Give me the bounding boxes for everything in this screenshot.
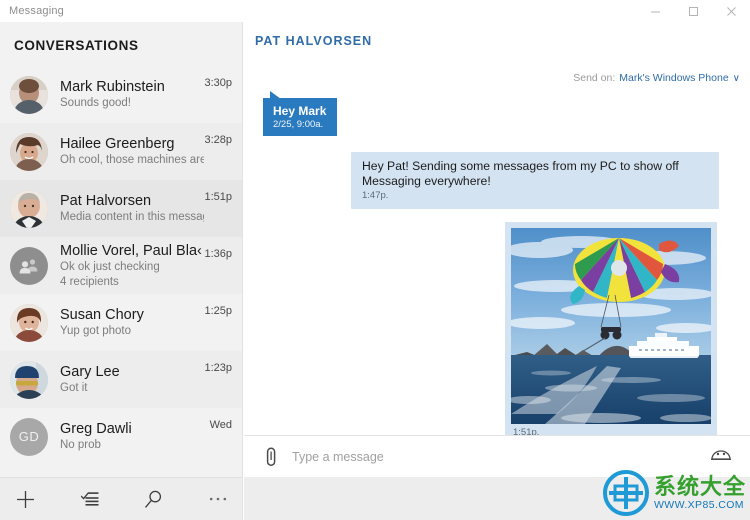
chat-title: PAT HALVORSEN xyxy=(255,34,373,48)
conversation-time: 1:23p xyxy=(204,362,232,374)
ellipsis-icon xyxy=(209,497,226,501)
message-text: Hey Mark xyxy=(273,104,327,118)
conversation-row-greg-dawli[interactable]: GD Greg Dawli No prob Wed xyxy=(0,408,242,465)
group-avatar xyxy=(10,246,48,285)
message-input[interactable] xyxy=(288,449,704,464)
conversation-text: Pat Halvorsen Media content in this mess… xyxy=(48,193,204,225)
conversation-snippet: Sounds good! xyxy=(60,96,131,109)
new-message-button[interactable] xyxy=(9,482,43,516)
search-icon xyxy=(144,490,162,508)
conversation-name: Pat Halvorsen xyxy=(60,192,152,209)
message-bubble-photo[interactable]: 1:51p. xyxy=(505,222,717,444)
message-photo[interactable] xyxy=(511,228,711,424)
message-text: Hey Pat! Sending some messages from my P… xyxy=(362,159,679,188)
avatar xyxy=(10,303,48,342)
more-options-button[interactable] xyxy=(201,482,235,516)
conversation-name: Mark Rubinstein xyxy=(60,78,165,95)
send-on-value: Mark's Windows Phone xyxy=(619,72,729,84)
list-select-icon xyxy=(80,492,98,506)
conversation-name: Mollie Vorel, Paul Bla‹ xyxy=(60,242,202,259)
conversation-recipients: 4 recipients xyxy=(60,275,119,288)
message-bubble-outgoing[interactable]: Hey Mark 2/25, 9:00a. xyxy=(263,91,337,136)
emoji-icon xyxy=(711,449,731,460)
conversation-time: Wed xyxy=(209,419,232,431)
emoji-button[interactable] xyxy=(704,440,738,474)
conversation-text: Greg Dawli No prob xyxy=(48,421,210,453)
conversation-time: 1:36p xyxy=(204,248,232,260)
conversation-row-hailee-greenberg[interactable]: Hailee Greenberg Oh cool, those machines… xyxy=(0,123,242,180)
avatar xyxy=(10,360,48,399)
conversation-name: Gary Lee xyxy=(60,363,120,380)
paperclip-icon xyxy=(266,446,276,466)
message-composer xyxy=(244,435,750,477)
conversation-snippet: Got it xyxy=(60,381,88,394)
conversation-text: Gary Lee Got it xyxy=(48,364,204,396)
conversation-row-pat-halvorsen[interactable]: Pat Halvorsen Media content in this mess… xyxy=(0,180,242,237)
close-button[interactable] xyxy=(712,0,750,22)
minimize-button[interactable] xyxy=(636,0,674,22)
conversations-header: CONVERSATIONS xyxy=(14,38,139,53)
attach-button[interactable] xyxy=(254,440,288,474)
plus-icon xyxy=(17,490,34,508)
chat-footer-bar xyxy=(244,477,750,520)
conversation-text: Hailee Greenberg Oh cool, those machines… xyxy=(48,136,204,168)
conversations-sidebar: CONVERSATIONS Mark Rubinstein Sounds goo… xyxy=(0,22,243,520)
message-list: Hey Mark 2/25, 9:00a. Hey Pat! Sending s… xyxy=(244,90,750,465)
conversation-snippet: Ok ok just checking xyxy=(60,260,160,273)
conversation-time: 1:51p xyxy=(204,191,232,203)
initials-avatar: GD xyxy=(10,417,48,456)
sidebar-command-bar xyxy=(0,477,242,520)
conversation-row-gary-lee[interactable]: Gary Lee Got it 1:23p xyxy=(0,351,242,408)
title-bar: Messaging xyxy=(0,0,750,22)
people-icon xyxy=(19,258,38,273)
conversation-text: Mollie Vorel, Paul Bla‹ Ok ok just check… xyxy=(48,243,204,289)
message-timestamp: 1:47p. xyxy=(362,190,389,201)
avatar xyxy=(10,132,48,171)
conversation-name: Susan Chory xyxy=(60,306,144,323)
conversation-snippet: Yup got photo xyxy=(60,324,131,337)
select-messages-button[interactable] xyxy=(73,482,107,516)
conversation-row-susan-chory[interactable]: Susan Chory Yup got photo 1:25p xyxy=(0,294,242,351)
conversation-snippet: No prob xyxy=(60,438,101,451)
conversation-time: 3:30p xyxy=(204,77,232,89)
send-on-selector[interactable]: Send on: Mark's Windows Phone ∨ xyxy=(573,72,740,84)
conversation-snippet: Media content in this message xyxy=(60,210,205,223)
conversation-text: Mark Rubinstein Sounds good! xyxy=(48,79,204,111)
maximize-button[interactable] xyxy=(674,0,712,22)
conversation-name: Hailee Greenberg xyxy=(60,135,175,152)
conversation-row-mark-rubinstein[interactable]: Mark Rubinstein Sounds good! 3:30p xyxy=(0,66,242,123)
avatar xyxy=(10,75,48,114)
conversation-time: 3:28p xyxy=(204,134,232,146)
conversation-time: 1:25p xyxy=(204,305,232,317)
conversation-text: Susan Chory Yup got photo xyxy=(48,307,204,339)
chevron-down-icon: ∨ xyxy=(732,72,740,84)
message-timestamp: 2/25, 9:00a. xyxy=(273,119,324,130)
window-controls xyxy=(636,0,750,22)
search-button[interactable] xyxy=(137,482,171,516)
conversation-name: Greg Dawli xyxy=(60,420,132,437)
message-bubble-incoming[interactable]: Hey Pat! Sending some messages from my P… xyxy=(351,152,719,209)
send-on-label: Send on: xyxy=(573,72,616,84)
avatar xyxy=(10,189,48,228)
conversation-row-group[interactable]: Mollie Vorel, Paul Bla‹ Ok ok just check… xyxy=(0,237,242,294)
conversation-list: Mark Rubinstein Sounds good! 3:30p Haile… xyxy=(0,66,242,465)
messaging-app-window: Messaging CONVERSATIONS Mark Rubinstein … xyxy=(0,0,750,520)
conversation-snippet: Oh cool, those machines are fun xyxy=(60,153,204,166)
window-title: Messaging xyxy=(9,5,64,17)
chat-pane: PAT HALVORSEN Send on: Mark's Windows Ph… xyxy=(244,22,750,520)
